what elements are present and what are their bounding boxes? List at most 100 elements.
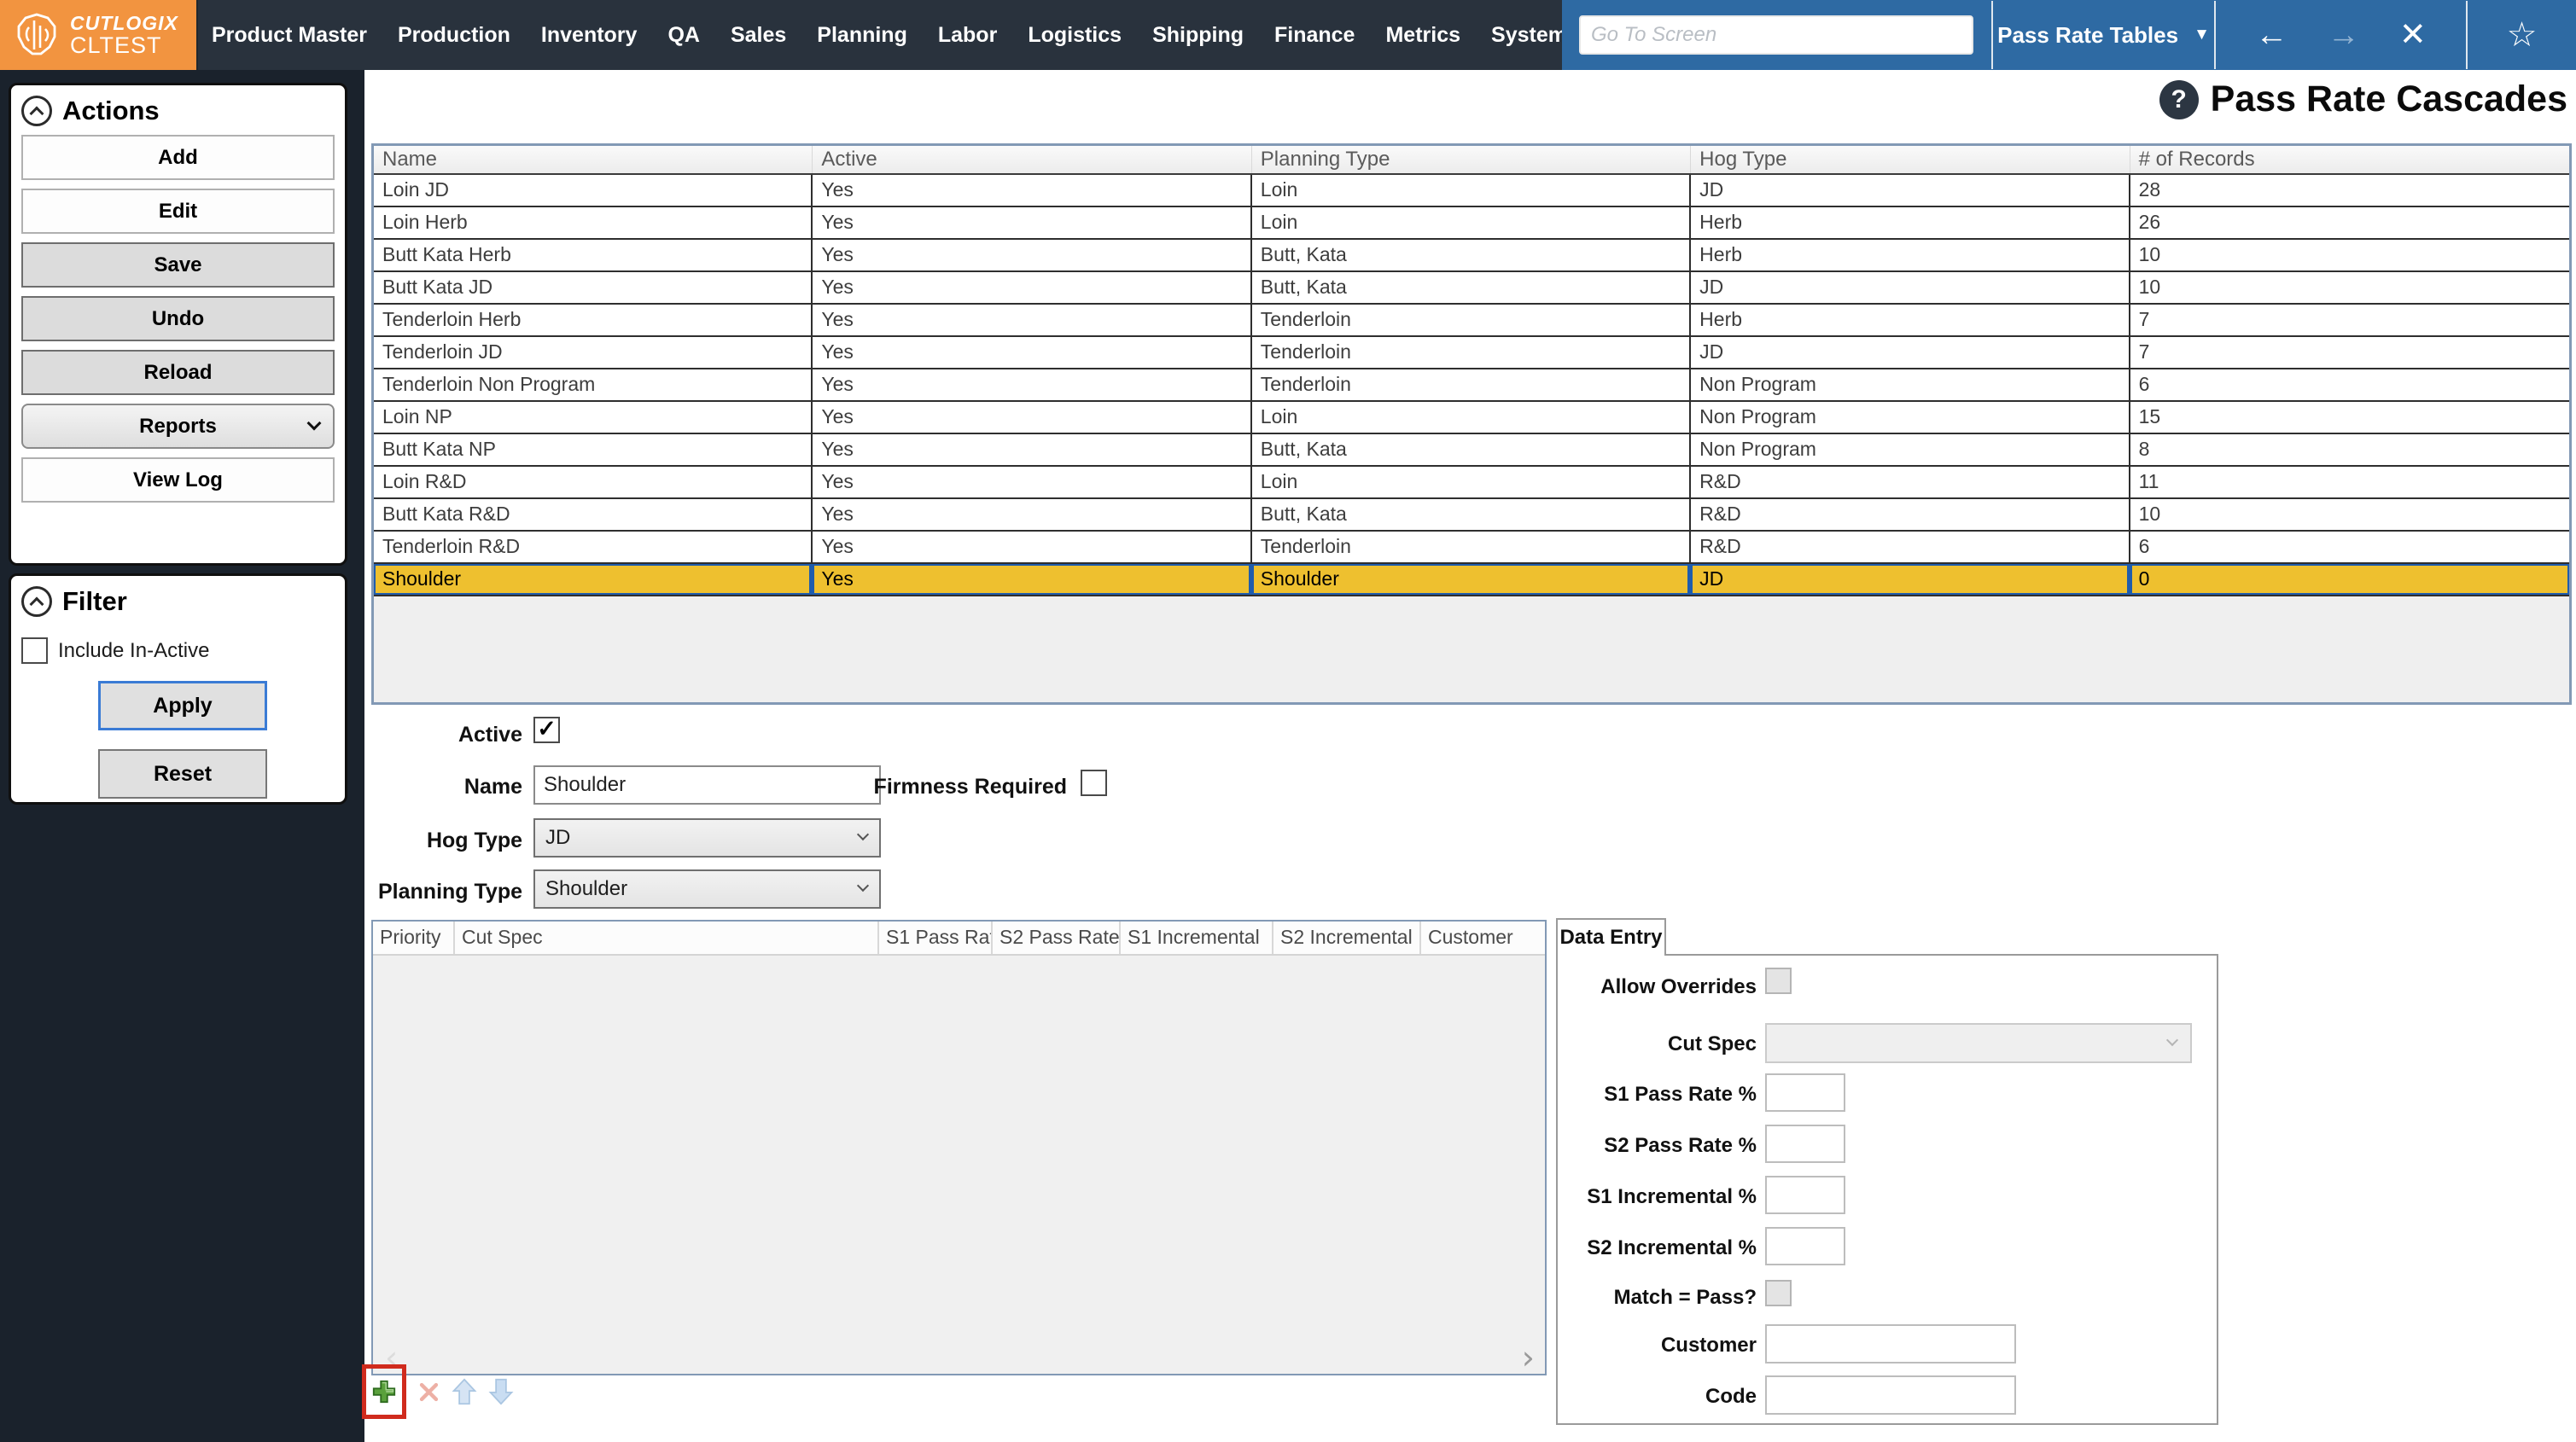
apply-button[interactable]: Apply xyxy=(98,681,267,730)
table-row[interactable]: Butt Kata JDYesButt, KataJD10 xyxy=(374,272,2569,305)
topbar-right-section: Pass Rate Tables ▼ ← → ✕ ☆ xyxy=(1562,0,2576,70)
scroll-right-icon[interactable]: › xyxy=(1522,1341,1535,1374)
column-header-s2-incremental[interactable]: S2 Incremental xyxy=(1273,922,1421,954)
add-row-icon[interactable] xyxy=(371,1379,397,1404)
s2-incremental-input[interactable] xyxy=(1765,1227,1845,1265)
filter-panel-header: Filter xyxy=(11,576,345,622)
cell: Yes xyxy=(813,467,1251,497)
column-header-s2-pass-rate[interactable]: S2 Pass Rate xyxy=(993,922,1121,954)
table-row[interactable]: Loin NPYesLoinNon Program15 xyxy=(374,402,2569,434)
s2-incremental-label: S2 Incremental % xyxy=(1558,1236,1757,1260)
actions-button-list: Add Edit Save Undo Reload Reports View Log xyxy=(11,131,345,503)
menu-item-labor[interactable]: Labor xyxy=(938,23,997,48)
table-row[interactable]: Tenderloin R&DYesTenderloinR&D6 xyxy=(374,532,2569,564)
s1-incremental-label: S1 Incremental % xyxy=(1558,1185,1757,1209)
cell: 10 xyxy=(2130,499,2569,530)
name-label: Name xyxy=(369,775,522,799)
menu-item-shipping[interactable]: Shipping xyxy=(1152,23,1244,48)
favorite-star-icon[interactable]: ☆ xyxy=(2468,18,2576,52)
hog-type-select[interactable]: JD xyxy=(533,818,881,858)
screen-selector-dropdown[interactable]: Pass Rate Tables ▼ xyxy=(1993,22,2214,49)
cell: Yes xyxy=(813,564,1251,595)
close-icon[interactable]: ✕ xyxy=(2399,19,2427,51)
filter-panel-title: Filter xyxy=(62,586,127,617)
table-row-selected[interactable]: ShoulderYesShoulderJD0 xyxy=(374,564,2569,596)
reports-button[interactable]: Reports xyxy=(21,404,335,449)
cascades-grid-header: NameActivePlanning TypeHog Type# of Reco… xyxy=(374,146,2569,175)
customer-input[interactable] xyxy=(1765,1324,2016,1364)
table-row[interactable]: Butt Kata NPYesButt, KataNon Program8 xyxy=(374,434,2569,467)
s1-pass-rate-label: S1 Pass Rate % xyxy=(1558,1083,1757,1107)
hog-type-value: JD xyxy=(545,826,570,850)
collapse-chevron-icon[interactable] xyxy=(21,96,52,126)
page-title: Pass Rate Cascades xyxy=(2211,78,2567,120)
screen-selector-value: Pass Rate Tables xyxy=(1997,22,2178,49)
column-header-s1-pass-rate[interactable]: S1 Pass Rate xyxy=(879,922,993,954)
red-highlight-annotation xyxy=(362,1364,406,1419)
data-entry-panel: Allow OverridesCut SpecS1 Pass Rate %S2 … xyxy=(1556,954,2218,1425)
save-button[interactable]: Save xyxy=(21,242,335,288)
undo-button[interactable]: Undo xyxy=(21,296,335,341)
menu-item-logistics[interactable]: Logistics xyxy=(1028,23,1122,48)
s1-pass-rate-input[interactable] xyxy=(1765,1073,1845,1112)
column-header-planning-type[interactable]: Planning Type xyxy=(1252,146,1691,173)
dropdown-triangle-icon: ▼ xyxy=(2194,26,2210,44)
allow-overrides-label: Allow Overrides xyxy=(1558,975,1757,999)
table-row[interactable]: Tenderloin JDYesTenderloinJD7 xyxy=(374,337,2569,369)
menu-item-product-master[interactable]: Product Master xyxy=(212,23,367,48)
tab-data-entry[interactable]: Data Entry xyxy=(1556,918,1666,956)
menu-item-system[interactable]: System xyxy=(1491,23,1567,48)
table-row[interactable]: Butt Kata HerbYesButt, KataHerb10 xyxy=(374,240,2569,272)
collapse-chevron-icon[interactable] xyxy=(21,586,52,617)
menu-item-inventory[interactable]: Inventory xyxy=(541,23,638,48)
cell: R&D xyxy=(1691,499,2130,530)
s1-incremental-input[interactable] xyxy=(1765,1176,1845,1214)
planning-type-select[interactable]: Shoulder xyxy=(533,869,881,909)
table-row[interactable]: Loin JDYesLoinJD28 xyxy=(374,175,2569,207)
column-header-name[interactable]: Name xyxy=(374,146,813,173)
back-arrow-icon[interactable]: ← xyxy=(2255,19,2288,51)
s2-pass-rate-input[interactable] xyxy=(1765,1125,1845,1163)
add-button[interactable]: Add xyxy=(21,135,335,180)
menu-item-production[interactable]: Production xyxy=(398,23,510,48)
column-header-s1-incremental[interactable]: S1 Incremental xyxy=(1121,922,1273,954)
help-icon[interactable]: ? xyxy=(2159,80,2199,119)
column-header-active[interactable]: Active xyxy=(813,146,1251,173)
actions-panel: Actions AddEditSaveUndoReloadReportsView… xyxy=(9,83,347,566)
active-checkbox[interactable]: ✓ xyxy=(533,717,560,743)
cell: 8 xyxy=(2130,434,2569,465)
table-row[interactable]: Loin R&DYesLoinR&D11 xyxy=(374,467,2569,499)
menu-item-sales[interactable]: Sales xyxy=(731,23,786,48)
table-row[interactable]: Loin HerbYesLoinHerb26 xyxy=(374,207,2569,240)
include-inactive-checkbox[interactable] xyxy=(21,637,48,664)
reload-button[interactable]: Reload xyxy=(21,350,335,395)
view-log-button[interactable]: View Log xyxy=(21,457,335,503)
planning-type-value: Shoulder xyxy=(545,877,627,901)
menu-item-qa[interactable]: QA xyxy=(667,23,700,48)
left-sidebar: Actions AddEditSaveUndoReloadReportsView… xyxy=(0,70,364,1442)
firmness-required-checkbox[interactable] xyxy=(1081,770,1107,796)
cutspec-row-toolbar xyxy=(362,1364,514,1420)
column-header-of-records[interactable]: # of Records xyxy=(2130,146,2569,173)
menu-item-finance[interactable]: Finance xyxy=(1274,23,1355,48)
column-header-priority[interactable]: Priority xyxy=(373,922,455,954)
table-row[interactable]: Butt Kata R&DYesButt, KataR&D10 xyxy=(374,499,2569,532)
column-header-cut-spec[interactable]: Cut Spec xyxy=(455,922,879,954)
reports-dropdown-chevron-icon xyxy=(307,416,322,430)
menu-item-metrics[interactable]: Metrics xyxy=(1385,23,1460,48)
column-header-customer[interactable]: Customer xyxy=(1421,922,1545,954)
name-input[interactable] xyxy=(533,765,881,805)
cell: Loin R&D xyxy=(374,467,813,497)
column-header-hog-type[interactable]: Hog Type xyxy=(1691,146,2130,173)
edit-button[interactable]: Edit xyxy=(21,189,335,234)
reset-button[interactable]: Reset xyxy=(98,749,267,799)
cell: Butt, Kata xyxy=(1252,434,1691,465)
cell: Tenderloin Herb xyxy=(374,305,813,335)
allow-overrides-checkbox xyxy=(1765,968,1792,994)
code-input[interactable] xyxy=(1765,1375,2016,1415)
go-to-screen-input[interactable] xyxy=(1579,15,1973,55)
table-row[interactable]: Tenderloin Non ProgramYesTenderloinNon P… xyxy=(374,369,2569,402)
table-row[interactable]: Tenderloin HerbYesTenderloinHerb7 xyxy=(374,305,2569,337)
cell: Loin Herb xyxy=(374,207,813,238)
menu-item-planning[interactable]: Planning xyxy=(817,23,907,48)
